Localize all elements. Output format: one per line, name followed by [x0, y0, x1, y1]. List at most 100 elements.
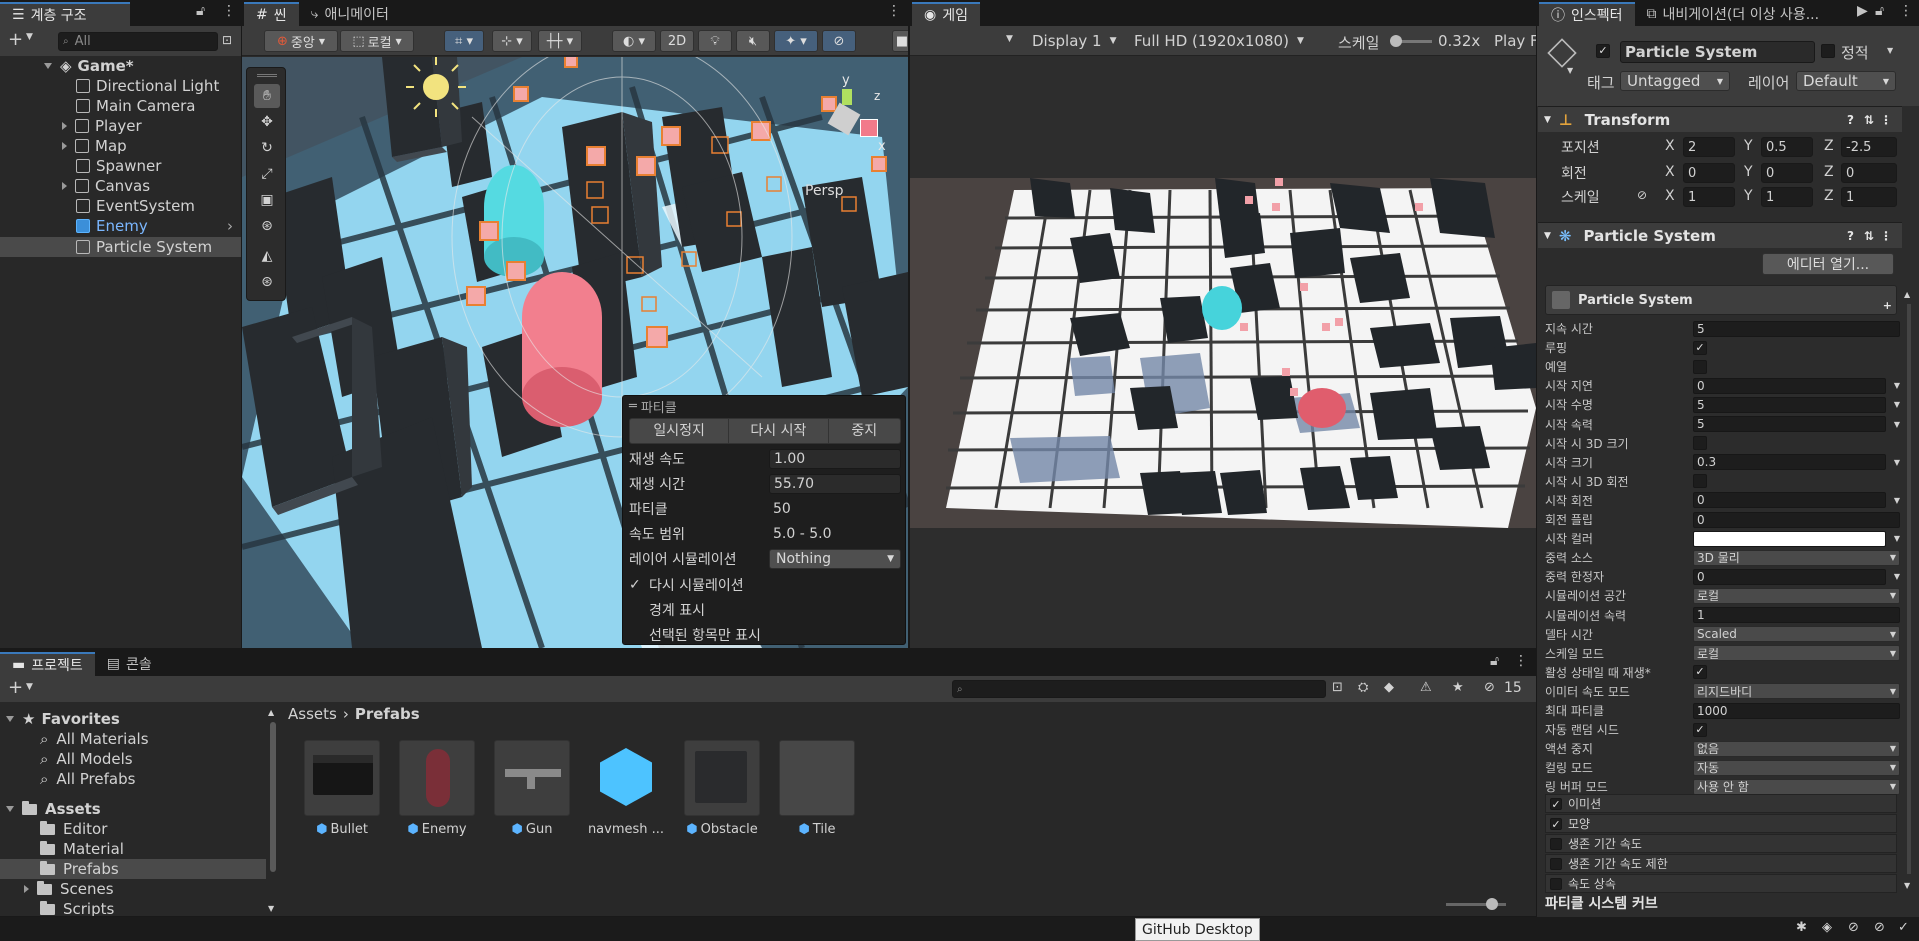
property-dropdown[interactable]: 없음 ▼	[1693, 740, 1900, 757]
pivot-dropdown[interactable]: ⊕ 중앙 ▼	[264, 30, 338, 52]
help-icon[interactable]: ?	[1847, 113, 1854, 127]
checkbox-empty[interactable]	[629, 629, 641, 641]
static-checkbox[interactable]	[1821, 44, 1835, 58]
scale-slider[interactable]	[1390, 35, 1432, 47]
hierarchy-item[interactable]: EventSystem	[0, 196, 241, 216]
scrollbar-track[interactable]	[1907, 304, 1911, 874]
property-dropdown[interactable]: 3D 물리 ▼	[1693, 549, 1900, 566]
module-item[interactable]: 생존 기간 속도 제한	[1545, 854, 1897, 873]
module-item[interactable]: 생존 기간 속도	[1545, 834, 1897, 853]
property-field[interactable]: 0	[1693, 511, 1900, 528]
scale-tool-button[interactable]: ⤢	[254, 162, 280, 186]
checkbox-empty[interactable]	[629, 604, 641, 616]
assets-root[interactable]: Assets	[0, 799, 101, 819]
property-checkbox[interactable]: ✓	[1693, 340, 1707, 355]
warning-icon[interactable]: ⚠︎	[1420, 680, 1432, 695]
play-mode-dropdown[interactable]: Play F	[1494, 32, 1536, 50]
scroll-down-icon[interactable]: ▼	[1904, 881, 1910, 890]
property-field[interactable]: 5	[1693, 320, 1900, 337]
chevron-down-icon[interactable]: ▼	[1894, 381, 1900, 390]
playback-speed-field[interactable]: 1.00	[769, 449, 901, 469]
module-item[interactable]: 속도 상속	[1545, 874, 1897, 893]
active-checkbox[interactable]: ✓	[1596, 44, 1610, 58]
lock-icon[interactable]: 🔓︎	[196, 3, 205, 19]
hierarchy-item[interactable]: Player	[0, 116, 241, 136]
expand-icon[interactable]	[44, 63, 52, 69]
slider-thumb[interactable]	[1390, 35, 1402, 47]
hierarchy-item-selected[interactable]: Particle System	[0, 237, 241, 257]
filter-by-label-icon[interactable]: ◆	[1384, 680, 1394, 695]
favorite-star-icon[interactable]: ★	[1452, 680, 1464, 695]
progress-icon[interactable]: ⊘	[1874, 920, 1885, 935]
show-bounds-checkbox-row[interactable]: 경계 표시	[629, 599, 705, 621]
collapsed-icon[interactable]	[62, 142, 67, 150]
search-by-type-icon[interactable]: ⊡	[1332, 680, 1343, 695]
more-menu-icon[interactable]: ⋮	[1880, 229, 1892, 243]
position-x-field[interactable]: 2	[1683, 137, 1735, 157]
property-dropdown[interactable]: 로컬 ▼	[1693, 587, 1900, 604]
persp-label[interactable]: Persp	[805, 183, 844, 199]
help-icon[interactable]: ?	[1847, 229, 1854, 243]
add-icon[interactable]: +	[8, 677, 23, 698]
more-menu-icon[interactable]: ⋮	[222, 3, 236, 19]
game-viewport[interactable]	[910, 178, 1536, 528]
module-checkbox[interactable]	[1550, 857, 1562, 870]
property-field[interactable]: 1000	[1693, 702, 1900, 719]
transform-header[interactable]: ▼ ⊥ Transform ? ⇅ ⋮	[1538, 106, 1902, 132]
property-dropdown[interactable]: 리지드바디 ▼	[1693, 683, 1900, 700]
favorite-item[interactable]: ⌕ All Materials	[0, 729, 149, 749]
folder-item[interactable]: Material	[0, 839, 124, 859]
layer-dropdown[interactable]: Default ▼	[1796, 71, 1896, 91]
chevron-down-icon[interactable]: ▼	[1894, 400, 1900, 409]
resolution-dropdown[interactable]: Full HD (1920x1080) ▼	[1134, 30, 1304, 52]
scene-root[interactable]: ◈ Game*	[0, 56, 241, 76]
rotation-y-field[interactable]: 0	[1761, 163, 1813, 183]
lighting-toggle[interactable]: 💡︎	[698, 30, 732, 52]
scale-z-field[interactable]: 1	[1841, 187, 1897, 207]
hierarchy-item[interactable]: Spawner	[0, 156, 241, 176]
asset-size-slider[interactable]	[1446, 898, 1506, 910]
link-icon[interactable]: ⊘	[1637, 188, 1647, 202]
tree-scrollbar[interactable]: ▲ ▼	[268, 708, 278, 913]
collapsed-icon[interactable]	[24, 885, 29, 893]
hand-tool-button[interactable]: ✋︎	[254, 84, 280, 108]
snap-increment-button[interactable]: ⊹ ▾	[492, 30, 532, 52]
favorite-item[interactable]: ⌕ All Prefabs	[0, 769, 135, 789]
tab-animator[interactable]: ⤷ 애니메이터	[299, 2, 401, 26]
module-checkbox[interactable]	[1550, 837, 1562, 850]
expand-icon[interactable]	[6, 716, 14, 722]
chevron-down-icon[interactable]: ▼	[1887, 46, 1893, 55]
favorites-header[interactable]: ★ Favorites	[0, 709, 120, 729]
add-module-icon[interactable]: +	[1883, 299, 1892, 312]
folder-item[interactable]: Scenes	[0, 879, 114, 899]
effects-dropdown[interactable]: ✦ ▾	[774, 30, 818, 52]
module-checkbox[interactable]: ✓	[1550, 817, 1562, 830]
breadcrumb-prefabs[interactable]: Prefabs	[355, 705, 420, 723]
tab-inspector[interactable]: ⓘ 인스펙터	[1539, 2, 1635, 26]
folder-item[interactable]: Editor	[0, 819, 107, 839]
particle-tool-button[interactable]: ⊛	[254, 270, 280, 294]
hierarchy-item[interactable]: Directional Light	[0, 76, 241, 96]
property-field[interactable]: 5	[1693, 396, 1886, 413]
module-item[interactable]: ✓ 이미션	[1545, 794, 1897, 813]
drag-handle-icon[interactable]: ═	[629, 399, 637, 414]
chevron-right-icon[interactable]: ›	[227, 217, 233, 235]
inspector-scrollbar[interactable]: ▲ ▼	[1904, 290, 1914, 890]
breadcrumb-assets[interactable]: Assets	[288, 705, 337, 723]
scale-y-field[interactable]: 1	[1761, 187, 1813, 207]
chevron-down-icon[interactable]: ▼	[1544, 231, 1551, 241]
module-checkbox[interactable]: ✓	[1550, 797, 1562, 810]
property-dropdown[interactable]: Scaled ▼	[1693, 626, 1900, 643]
transform-tool-button[interactable]: ⊛	[254, 214, 280, 238]
grid-snap-toggle[interactable]: ⌗ ▾	[444, 30, 484, 52]
particle-system-header[interactable]: ▼ ❋ Particle System ? ⇅ ⋮	[1538, 222, 1902, 248]
expand-icon[interactable]	[6, 806, 14, 812]
folder-item[interactable]: Scripts	[0, 899, 114, 916]
hierarchy-item[interactable]: Canvas	[0, 176, 241, 196]
property-checkbox[interactable]: ✓	[1693, 665, 1707, 680]
more-menu-icon[interactable]: ⋮	[1899, 3, 1913, 19]
property-checkbox[interactable]	[1693, 436, 1707, 451]
tab-scene[interactable]: # 씬	[244, 2, 299, 26]
visibility-toggle[interactable]: ⊘	[822, 30, 856, 52]
color-swatch[interactable]	[1693, 530, 1886, 547]
